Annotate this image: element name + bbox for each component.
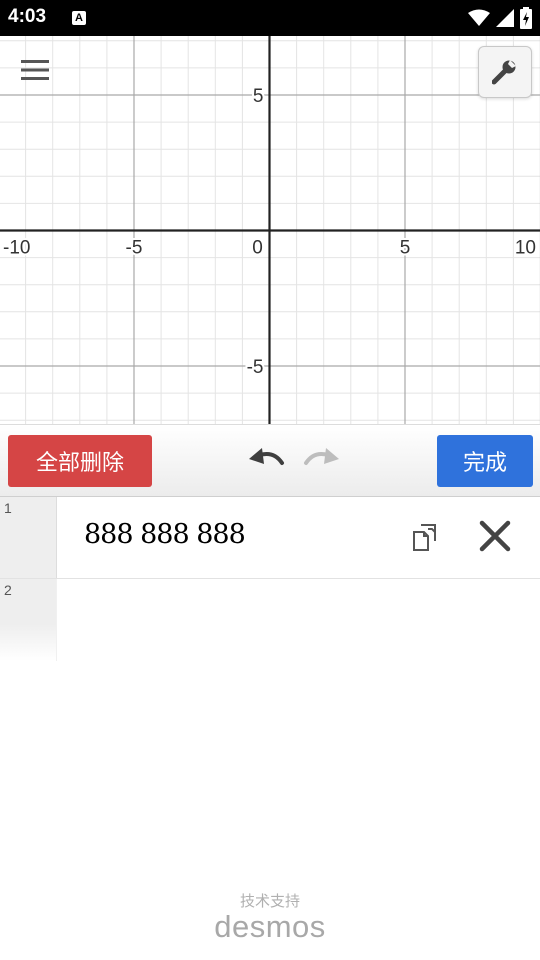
- signal-icon: [496, 9, 514, 27]
- expression-gutter: 1: [0, 497, 57, 578]
- status-bar: 4:03 A: [0, 0, 540, 36]
- hamburger-menu-icon: [21, 60, 49, 80]
- y-tick-label: -5: [247, 357, 264, 378]
- menu-button[interactable]: [10, 50, 60, 90]
- desmos-logo: desmos: [214, 909, 326, 944]
- x-tick-label: -5: [126, 238, 143, 259]
- delete-expression-button[interactable]: [474, 515, 516, 557]
- status-icons: [468, 6, 532, 30]
- expression-row[interactable]: 1 888 888 888: [0, 497, 540, 579]
- footer: 技术支持 desmos: [0, 890, 540, 945]
- wifi-icon: [468, 9, 490, 26]
- graph-area[interactable]: -10 -5 0 5 10 5 -5: [0, 36, 540, 424]
- y-tick-label: 5: [253, 86, 264, 107]
- expression-row[interactable]: 2: [0, 579, 540, 661]
- expression-input[interactable]: 888 888 888: [84, 519, 246, 550]
- undo-button[interactable]: [246, 445, 286, 479]
- close-icon: [479, 520, 511, 552]
- done-button[interactable]: 完成: [437, 435, 533, 487]
- duplicate-expression-button[interactable]: [406, 517, 446, 557]
- delete-all-button[interactable]: 全部删除: [8, 435, 152, 487]
- redo-button[interactable]: [302, 445, 342, 479]
- wrench-icon: [492, 60, 516, 85]
- notification-icon: A: [72, 11, 86, 25]
- graph-canvas[interactable]: -10 -5 0 5 10 5 -5: [0, 36, 540, 424]
- redo-icon: [304, 448, 339, 465]
- expression-index: 2: [4, 582, 12, 598]
- battery-icon: [520, 7, 532, 29]
- expression-list: 1 888 888 888 2: [0, 497, 540, 661]
- x-tick-label: -10: [3, 238, 30, 259]
- powered-by-label: 技术支持: [239, 893, 300, 910]
- expression-toolbar: 全部删除 完成: [0, 424, 540, 497]
- x-tick-label: 0: [252, 238, 263, 259]
- x-tick-label: 10: [515, 238, 536, 259]
- expression-index: 1: [4, 500, 12, 516]
- duplicate-icon: [413, 524, 436, 551]
- expression-gutter: 2: [0, 579, 57, 661]
- graph-settings-button[interactable]: [478, 46, 532, 98]
- status-time: 4:03: [8, 6, 47, 27]
- x-tick-label: 5: [400, 238, 411, 259]
- undo-icon: [249, 448, 284, 465]
